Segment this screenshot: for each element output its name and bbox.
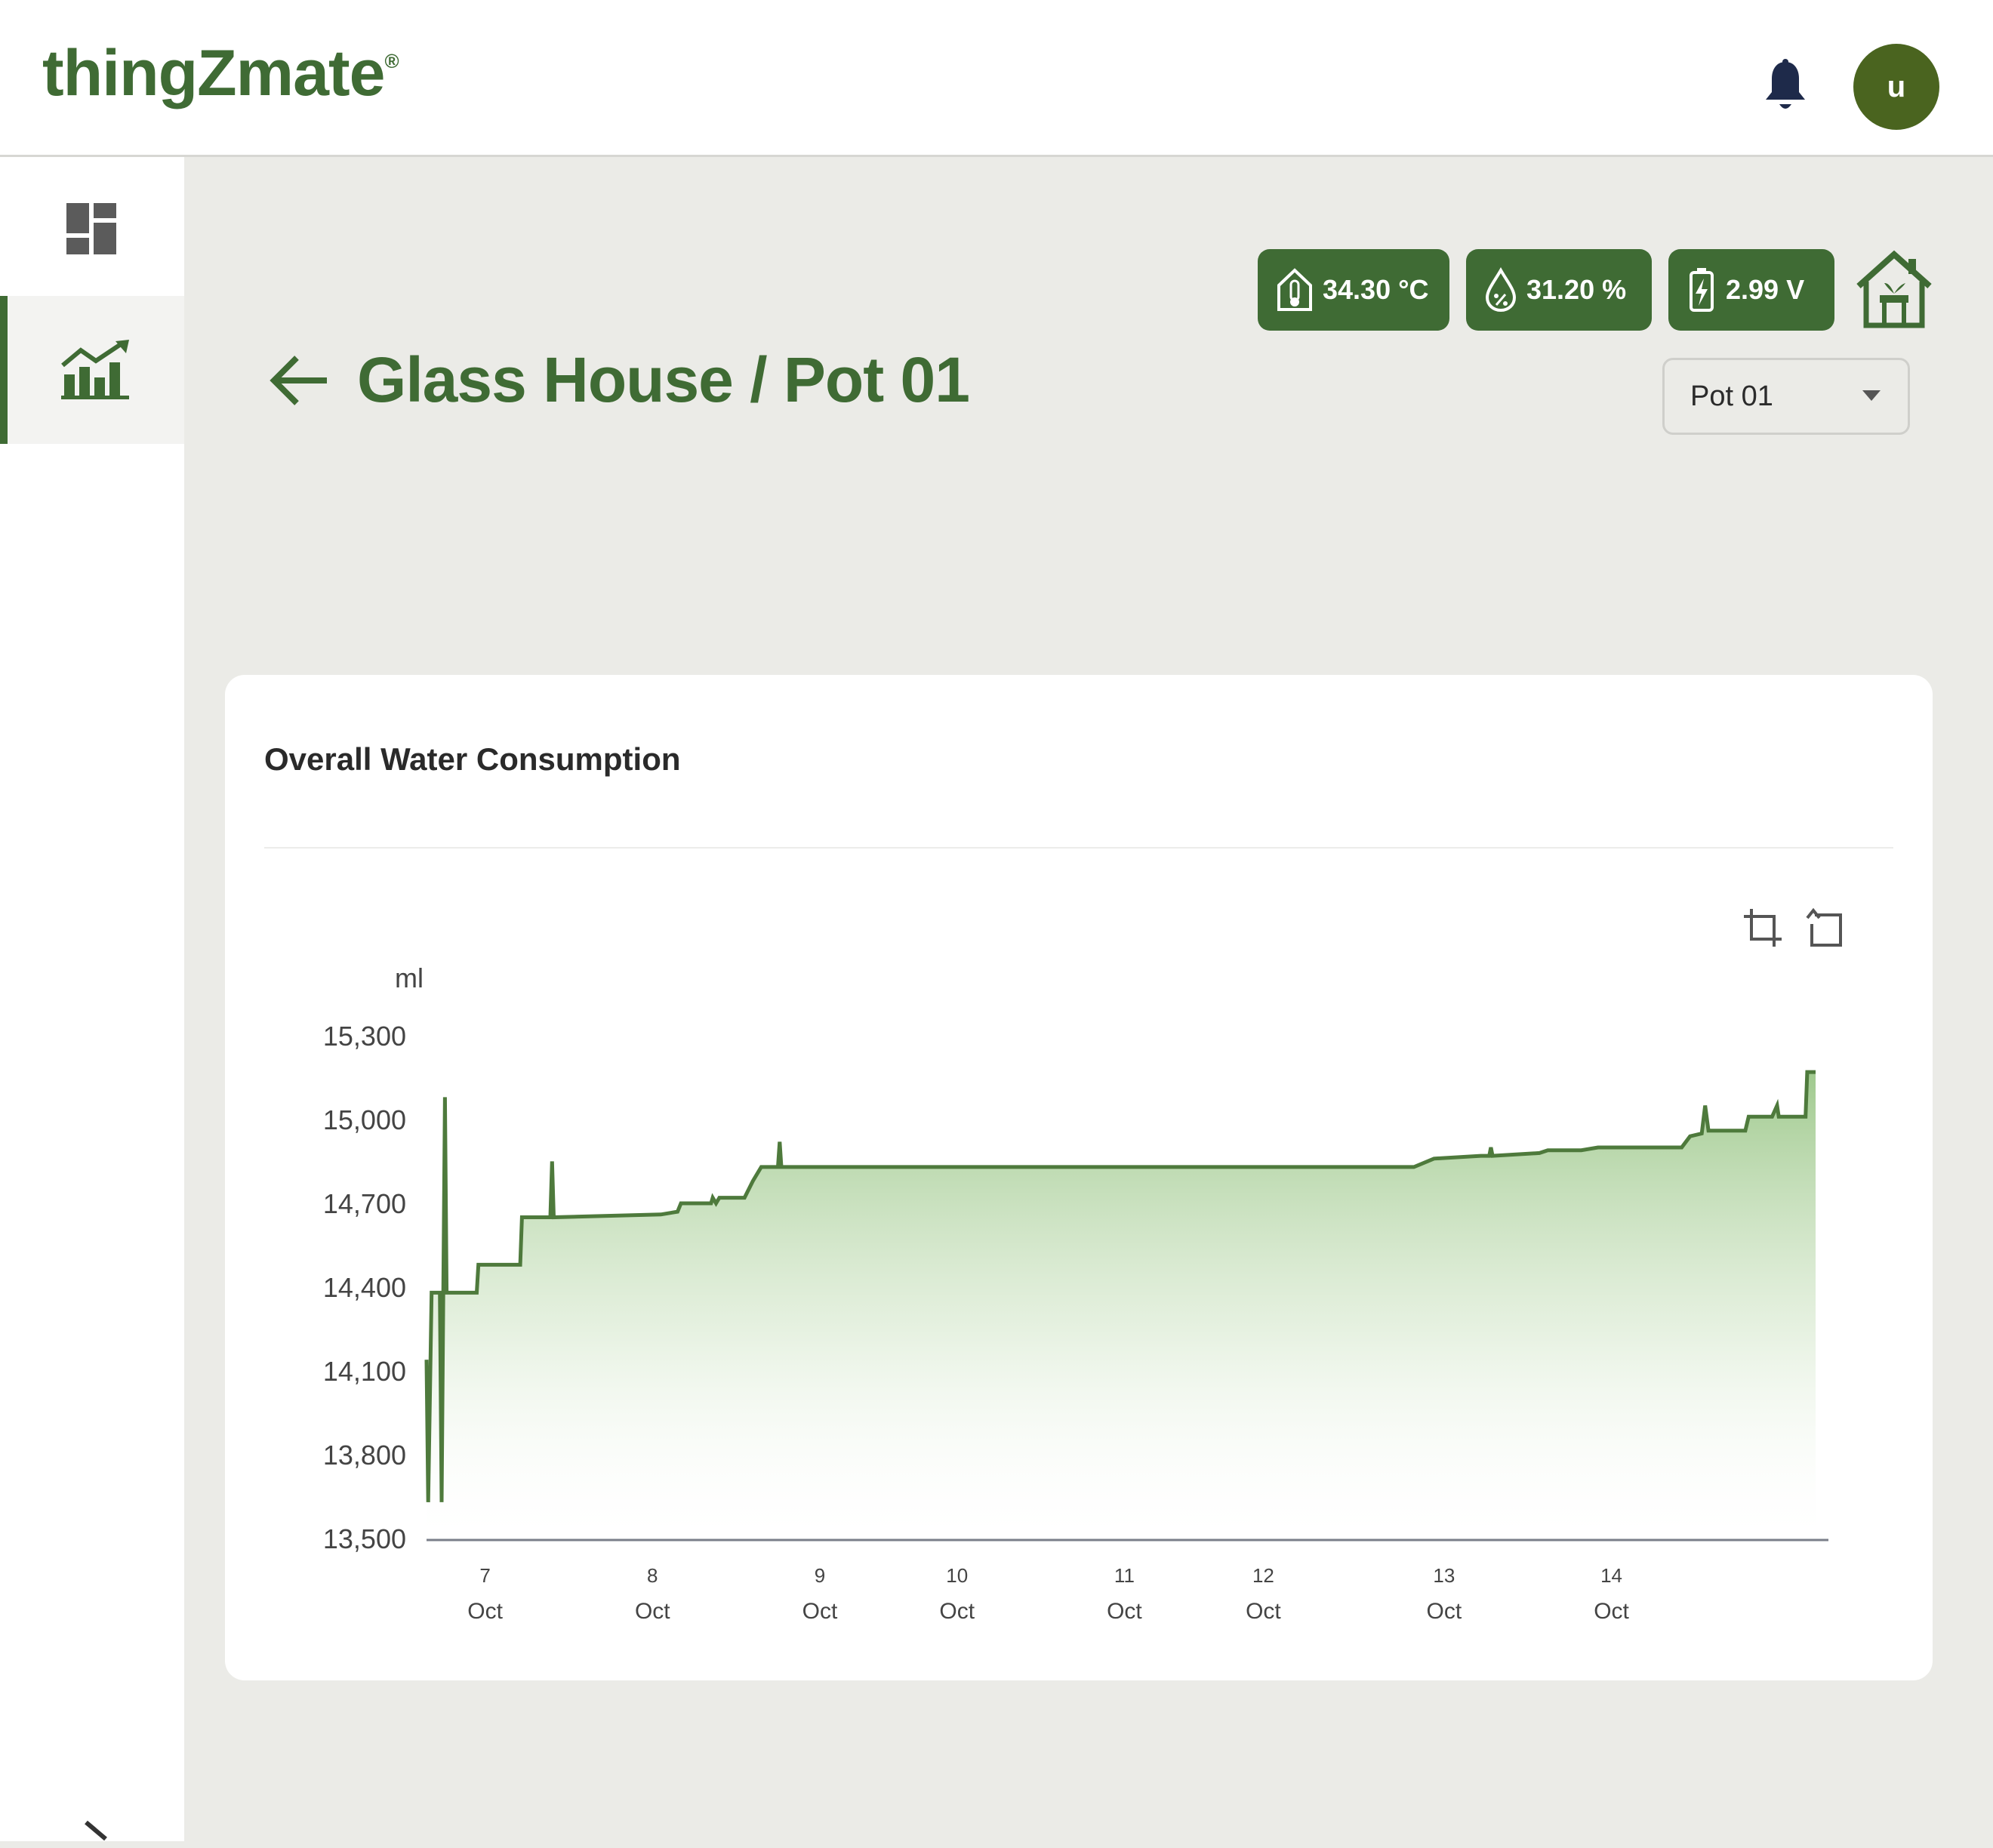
series-area (427, 1072, 1816, 1538)
x-tick-day: 8 (647, 1564, 658, 1587)
card-title: Overall Water Consumption (264, 741, 681, 777)
x-tick-day: 9 (815, 1564, 825, 1587)
notification-bell-icon[interactable] (1763, 59, 1808, 113)
greenhouse-icon[interactable] (1854, 250, 1934, 330)
chevron-down-icon (1862, 390, 1881, 401)
x-tick-day: 12 (1252, 1564, 1274, 1587)
x-tick-month: Oct (1246, 1599, 1281, 1624)
water-drop-percent-icon (1485, 267, 1517, 313)
x-tick-month: Oct (802, 1599, 838, 1624)
water-consumption-card: ml 13,500 13,800 14,100 14,400 14,700 15,000 15… (225, 675, 1933, 1680)
user-avatar[interactable]: u (1853, 44, 1939, 130)
logo-registered-mark: ® (384, 50, 399, 72)
x-tick-day: 13 (1433, 1564, 1455, 1587)
x-tick-month: Oct (467, 1599, 503, 1624)
avatar-initial: u (1887, 69, 1906, 103)
x-tick-month: Oct (1427, 1599, 1462, 1624)
temperature-value: 34.30 °C (1323, 274, 1429, 305)
temperature-badge: 34.30 °C (1258, 249, 1449, 331)
brand-logo[interactable]: thingZmate® (42, 36, 399, 111)
page-header: Glass House / Pot 01 (268, 343, 970, 417)
x-tick-month: Oct (635, 1599, 670, 1624)
x-tick-month: Oct (939, 1599, 975, 1624)
x-tick-day: 14 (1600, 1564, 1622, 1587)
page-title: Glass House / Pot 01 (357, 344, 970, 415)
x-tick-day: 7 (479, 1564, 490, 1587)
humidity-value: 31.20 % (1526, 274, 1627, 305)
water-consumption-chart: ml 13,500 13,800 14,100 14,400 14,700 15,000 15… (323, 962, 1828, 1624)
x-tick-month: Oct (1107, 1599, 1142, 1624)
y-tick-label: 13,500 (323, 1523, 406, 1554)
sidebar-item-dashboard[interactable] (0, 187, 184, 270)
x-tick-month: Oct (1594, 1599, 1629, 1624)
battery-value: 2.99 V (1726, 274, 1805, 305)
battery-charge-icon (1690, 268, 1714, 312)
pot-select-value: Pot 01 (1690, 380, 1773, 412)
sidebar-item-analytics[interactable] (0, 296, 184, 444)
y-tick-label: 14,100 (323, 1356, 406, 1387)
house-thermometer-icon (1277, 268, 1312, 311)
sensor-badges: 34.30 °C 31.20 % 2.99 V (1258, 249, 1934, 331)
sidebar (0, 157, 184, 1841)
card-divider (264, 847, 1893, 849)
dashboard-grid-icon (66, 203, 116, 254)
pot-select[interactable]: Pot 01 (1662, 358, 1910, 435)
chevron-right-icon[interactable] (75, 1818, 121, 1848)
back-arrow-icon[interactable] (268, 353, 330, 408)
y-tick-label: 13,800 (323, 1440, 406, 1471)
battery-badge: 2.99 V (1668, 249, 1834, 331)
top-bar: thingZmate® u (0, 0, 1993, 157)
x-tick-day: 10 (946, 1564, 968, 1587)
y-tick-label: 15,300 (323, 1021, 406, 1052)
y-tick-label: 15,000 (323, 1104, 406, 1135)
zoom-select-icon[interactable] (1742, 907, 1783, 948)
y-tick-label: 14,700 (323, 1188, 406, 1219)
humidity-badge: 31.20 % (1466, 249, 1652, 331)
bar-chart-trend-icon (61, 340, 129, 399)
logo-text: thingZmate (42, 37, 385, 109)
y-axis-label: ml (395, 962, 424, 993)
y-tick-label: 14,400 (323, 1272, 406, 1303)
x-tick-day: 11 (1114, 1564, 1135, 1587)
zoom-reset-icon[interactable] (1804, 907, 1845, 948)
